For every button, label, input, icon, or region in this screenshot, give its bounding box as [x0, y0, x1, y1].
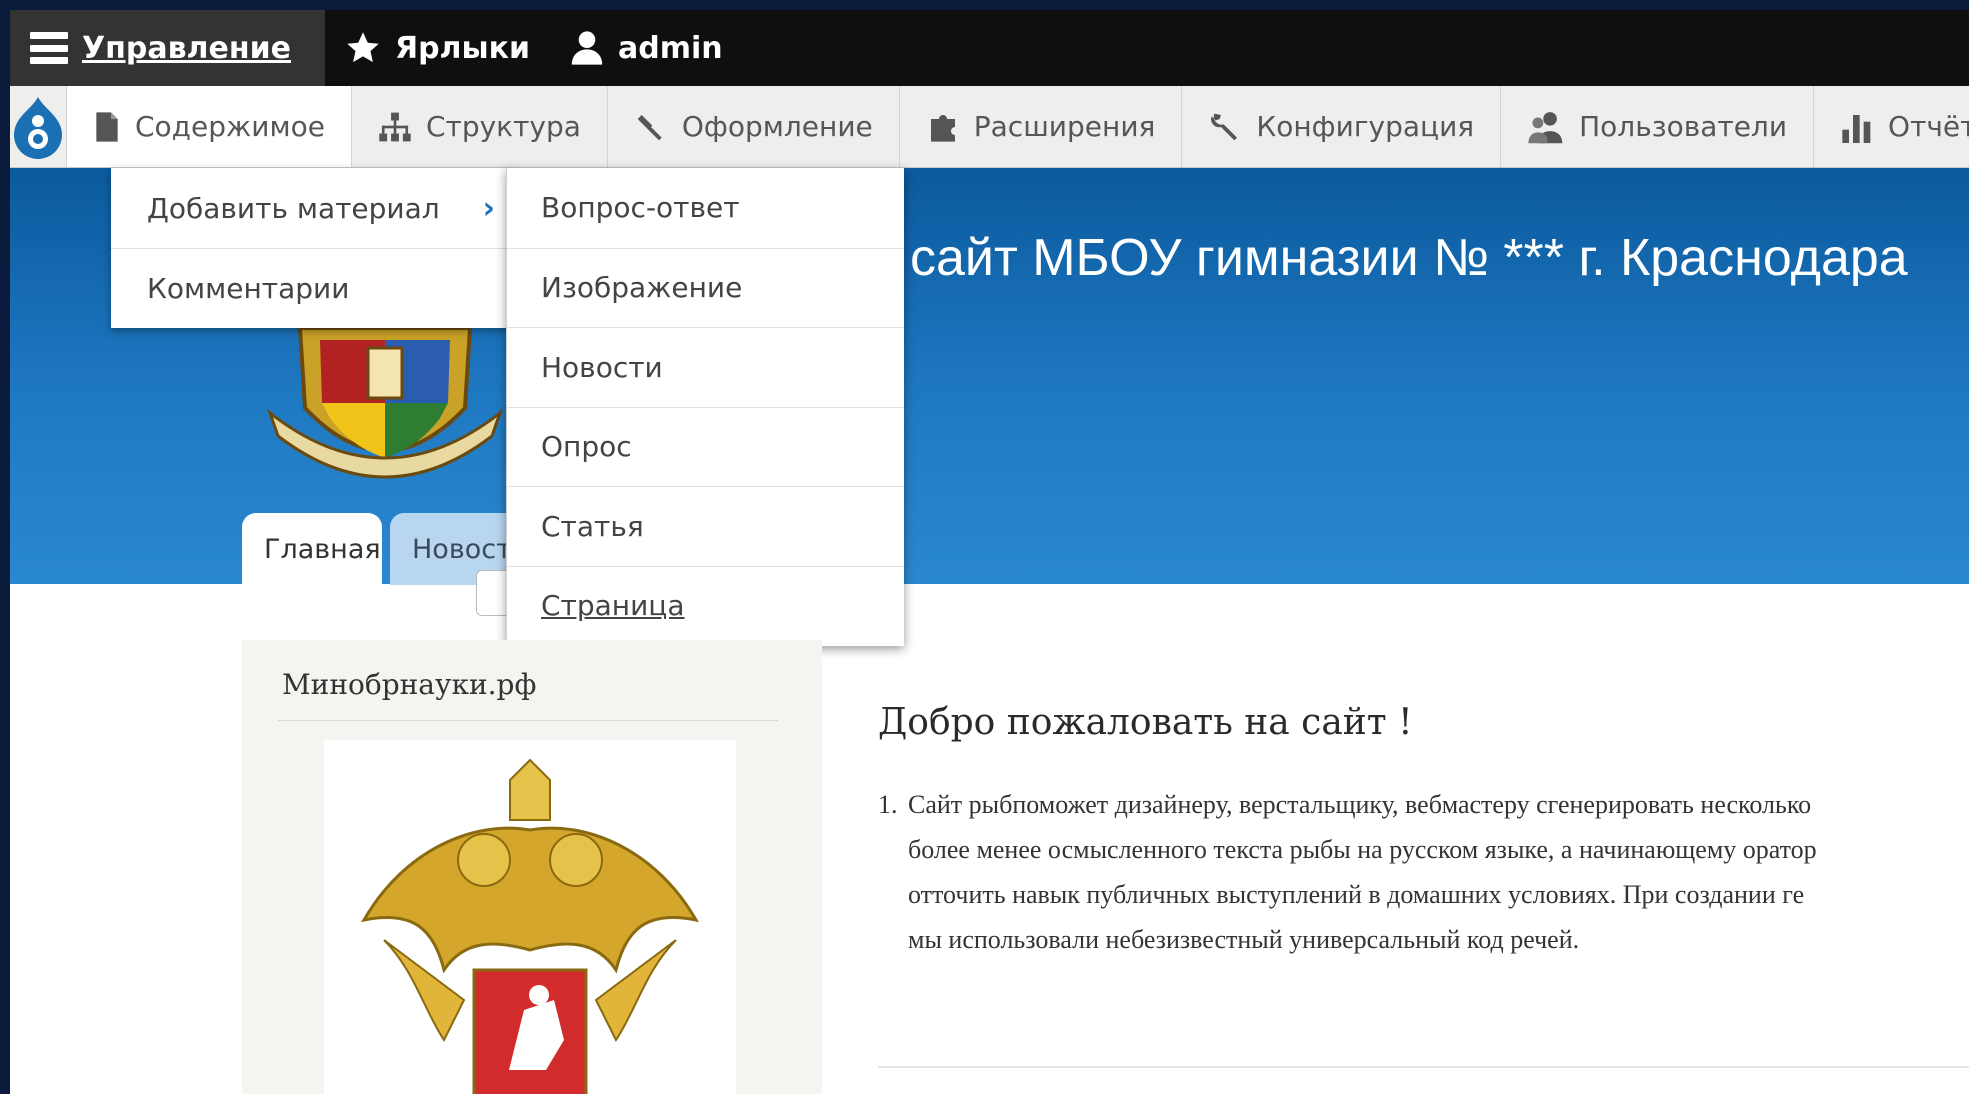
- bar-chart-icon: [1842, 114, 1871, 143]
- list-line: отточить навык публичных выступлений в д…: [908, 880, 1805, 909]
- russian-coat-of-arms-image: [361, 758, 699, 1094]
- list-item: Сайт рыбпоможет дизайнеру, верстальщику,…: [908, 782, 1968, 962]
- tray-item-label: Структура: [425, 110, 581, 143]
- user-icon: [571, 31, 603, 65]
- shortcuts-toolbar-button[interactable]: Ярлыки: [325, 10, 550, 86]
- tray-item-label: Отчёты: [1888, 110, 1969, 143]
- divider: [878, 1066, 1969, 1068]
- tab-label: Главная: [264, 533, 381, 565]
- tray-item-configuration[interactable]: Конфигурация: [1181, 86, 1500, 167]
- sitemap-icon: [379, 112, 411, 141]
- emblem-link[interactable]: [324, 740, 736, 1094]
- divider: [278, 720, 778, 721]
- list-line: Сайт рыбпоможет дизайнеру, верстальщику,…: [908, 790, 1812, 819]
- tray-item-reports[interactable]: Отчёты: [1813, 86, 1969, 167]
- tray-item-label: Конфигурация: [1256, 110, 1475, 143]
- tray-item-label: Пользователи: [1579, 110, 1788, 143]
- submenu-item-label: Страница: [541, 589, 685, 623]
- drupal-logo-button[interactable]: [10, 86, 66, 167]
- tray-item-label: Оформление: [681, 110, 873, 143]
- star-icon: [347, 32, 379, 63]
- submenu-item-image[interactable]: Изображение: [507, 247, 904, 328]
- list-line: мы использовали небезизвестный универсал…: [908, 925, 1580, 954]
- admin-tray: Содержимое Структура Оформление Расширен…: [10, 86, 1969, 168]
- hamburger-icon: [30, 32, 68, 64]
- add-content-submenu: Вопрос-ответ Изображение Новости Опрос С…: [506, 168, 904, 646]
- sidebar-block: Минобрнауки.рф: [242, 640, 822, 1094]
- menu-item-label: Комментарии: [147, 272, 350, 305]
- submenu-item-article[interactable]: Статья: [507, 486, 904, 566]
- submenu-item-label: Статья: [541, 509, 644, 543]
- manage-label: Управление: [82, 30, 291, 66]
- tray-item-label: Расширения: [973, 110, 1156, 143]
- tray-item-content[interactable]: Содержимое: [66, 86, 351, 167]
- users-icon: [1528, 111, 1563, 143]
- user-label: admin: [618, 30, 723, 66]
- submenu-item-faq[interactable]: Вопрос-ответ: [507, 168, 904, 248]
- submenu-item-news[interactable]: Новости: [507, 327, 904, 407]
- tab-main[interactable]: Главная: [242, 513, 382, 585]
- wrench-icon: [1211, 113, 1238, 140]
- manage-toolbar-button[interactable]: Управление: [10, 10, 325, 86]
- menu-item-label: Добавить материал: [147, 191, 440, 225]
- submenu-item-label: Новости: [541, 350, 663, 384]
- list-number: 1.: [878, 790, 898, 819]
- content-list: 1. Сайт рыбпоможет дизайнеру, верстальщи…: [878, 782, 1968, 982]
- submenu-item-poll[interactable]: Опрос: [507, 406, 904, 487]
- submenu-item-label: Изображение: [541, 271, 743, 305]
- brush-icon: [637, 114, 662, 140]
- menu-item-comments[interactable]: Комментарии: [111, 248, 515, 328]
- tray-item-extend[interactable]: Расширения: [898, 86, 1182, 167]
- tray-item-appearance[interactable]: Оформление: [606, 86, 899, 167]
- menu-item-add-content[interactable]: Добавить материал ›: [111, 168, 515, 248]
- chevron-right-icon: ›: [482, 190, 495, 226]
- file-icon: [96, 111, 118, 142]
- user-toolbar-button[interactable]: admin: [550, 10, 743, 86]
- page-heading: Добро пожаловать на сайт !: [878, 702, 1413, 743]
- block-title: Минобрнауки.рф: [282, 668, 537, 701]
- submenu-item-label: Вопрос-ответ: [541, 191, 740, 225]
- drupal-drop-icon: [14, 96, 62, 159]
- list-line: более менее осмысленного текста рыбы на …: [908, 835, 1817, 864]
- tray-item-structure[interactable]: Структура: [350, 86, 607, 167]
- school-crest-logo[interactable]: [260, 318, 510, 488]
- puzzle-icon: [930, 114, 955, 142]
- submenu-item-label: Опрос: [541, 430, 632, 464]
- tray-item-label: Содержимое: [135, 110, 325, 143]
- tray-item-people[interactable]: Пользователи: [1500, 86, 1813, 167]
- browser-viewport: Управление Ярлыки admin Содержимое Струк…: [10, 10, 1969, 1094]
- submenu-item-page[interactable]: Страница: [507, 565, 904, 646]
- admin-toolbar: Управление Ярлыки admin: [10, 10, 1969, 86]
- content-dropdown-menu: Добавить материал › Комментарии: [111, 168, 515, 328]
- shortcuts-label: Ярлыки: [394, 30, 531, 66]
- site-title: сайт МБОУ гимназии № *** г. Краснодара: [910, 229, 1908, 287]
